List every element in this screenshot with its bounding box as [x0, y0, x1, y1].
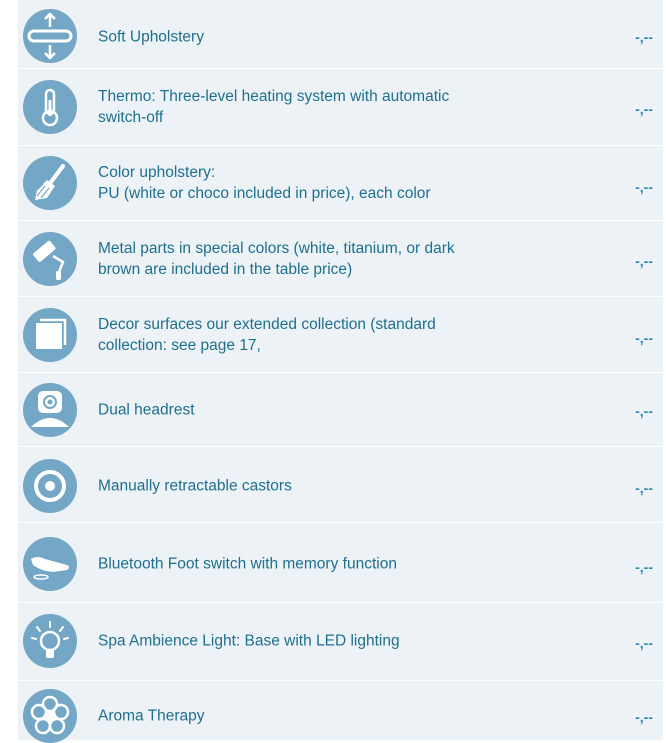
option-price: -,--	[635, 480, 653, 496]
option-price: -,--	[635, 101, 653, 117]
option-label-line: collection: see page 17,	[98, 337, 261, 354]
option-label-line: Aroma Therapy	[98, 707, 205, 725]
option-label-line: brown are included in the table price)	[98, 261, 353, 278]
thermometer-icon	[23, 80, 77, 134]
option-price: -,--	[635, 559, 653, 575]
option-label: Spa Ambience Light: Base with LED lighti…	[98, 631, 528, 652]
paintbrush-icon	[23, 156, 77, 210]
headrest-icon	[23, 383, 77, 437]
option-label: Aroma Therapy	[98, 706, 528, 727]
option-label-line: Dual headrest	[98, 401, 195, 419]
option-label-line: Decor surfaces our extended collection (…	[98, 316, 436, 333]
row-separator	[18, 446, 663, 447]
row-separator	[18, 220, 663, 221]
option-label-line: Thermo: Three-level heating system with …	[98, 88, 450, 105]
option-label: Thermo: Three-level heating system with …	[98, 86, 528, 128]
light-bulb-icon	[23, 614, 77, 668]
option-price: -,--	[635, 29, 653, 45]
option-label-line: Bluetooth Foot switch with memory functi…	[98, 555, 397, 573]
option-label-line: Spa Ambience Light: Base with LED lighti…	[98, 632, 400, 650]
row-separator	[18, 522, 663, 523]
option-price: -,--	[635, 709, 653, 725]
option-price: -,--	[635, 179, 653, 195]
option-price: -,--	[635, 403, 653, 419]
option-label-line: Manually retractable castors	[98, 477, 292, 495]
option-price: -,--	[635, 635, 653, 651]
option-label-line: PU (white or choco included in price), e…	[98, 185, 431, 202]
castor-icon	[23, 459, 77, 513]
option-label: Manually retractable castors	[98, 476, 528, 497]
option-label-line: Soft Upholstery	[98, 28, 204, 46]
option-label: Color upholstery: PU (white or choco inc…	[98, 162, 528, 204]
row-separator	[18, 296, 663, 297]
option-label: Bluetooth Foot switch with memory functi…	[98, 554, 528, 575]
row-separator	[18, 602, 663, 603]
option-label: Metal parts in special colors (white, ti…	[98, 238, 528, 280]
paint-roller-icon	[23, 232, 77, 286]
option-price: -,--	[635, 253, 653, 269]
option-label: Decor surfaces our extended collection (…	[98, 314, 528, 356]
row-separator	[18, 68, 663, 69]
option-label-line: Metal parts in special colors (white, ti…	[98, 240, 455, 257]
row-separator	[18, 145, 663, 146]
decor-surface-icon	[23, 308, 77, 362]
option-price: -,--	[635, 330, 653, 346]
option-label-line: Color upholstery:	[98, 164, 216, 181]
option-label: Dual headrest	[98, 400, 528, 421]
option-label-line: switch-off	[98, 109, 164, 126]
foot-switch-icon	[23, 537, 77, 591]
option-label: Soft Upholstery	[98, 27, 528, 48]
row-separator	[18, 372, 663, 373]
flower-icon	[23, 689, 77, 743]
adjustable-upholstery-icon	[23, 9, 77, 63]
row-separator	[18, 680, 663, 681]
